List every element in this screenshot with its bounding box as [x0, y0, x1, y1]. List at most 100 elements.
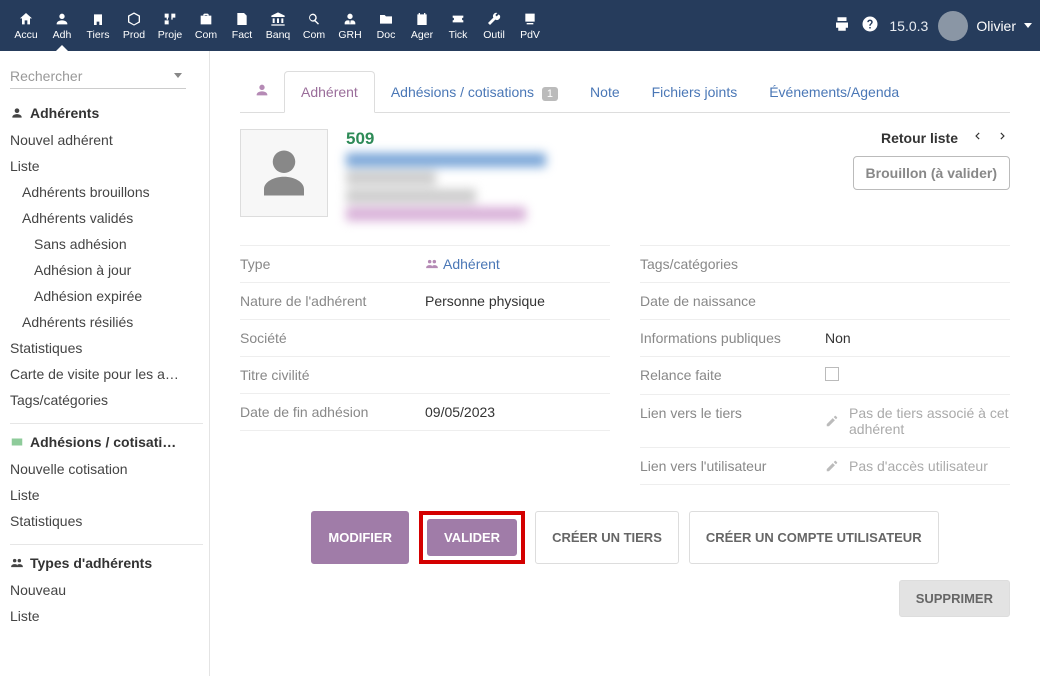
- sidebar-link[interactable]: Adhérents validés: [10, 205, 196, 231]
- back-to-list-link[interactable]: Retour liste: [881, 130, 958, 146]
- sidebar-link[interactable]: Liste: [10, 153, 196, 179]
- sidebar-link[interactable]: Liste: [10, 603, 196, 629]
- sidebar-title-cotisations: Adhésions / cotisati…: [10, 434, 207, 450]
- sidebar-title-adherents: Adhérents: [10, 105, 207, 121]
- help-icon[interactable]: [861, 15, 879, 36]
- topnav-banq[interactable]: Banq: [260, 1, 296, 51]
- topnav-accu[interactable]: Accu: [8, 1, 44, 51]
- topnav-com[interactable]: Com: [188, 1, 224, 51]
- topnav-prod[interactable]: Prod: [116, 1, 152, 51]
- topnav-doc[interactable]: Doc: [368, 1, 404, 51]
- status-badge: Brouillon (à valider): [853, 156, 1010, 190]
- details-left: TypeAdhérentNature de l'adhérentPersonne…: [240, 245, 610, 485]
- ticket-icon: [450, 11, 466, 27]
- top-nav: AccuAdhTiersProdProjeComFactBanqComGRHDo…: [8, 1, 548, 51]
- action-buttons: MODIFIER VALIDER CRÉER UN TIERS CRÉER UN…: [240, 511, 1010, 564]
- topnav-tick[interactable]: Tick: [440, 1, 476, 51]
- topnav-pdv[interactable]: PdV: [512, 1, 548, 51]
- details-right: Tags/catégoriesDate de naissanceInformat…: [640, 245, 1010, 485]
- tab-agenda[interactable]: Événements/Agenda: [753, 72, 915, 112]
- tabs: Adhérent Adhésions / cotisations 1 Note …: [240, 71, 1010, 113]
- sidebar-link[interactable]: Statistiques: [10, 508, 196, 534]
- invoice-icon: [234, 11, 250, 27]
- content: Adhérent Adhésions / cotisations 1 Note …: [210, 51, 1040, 676]
- creer-compte-button[interactable]: CRÉER UN COMPTE UTILISATEUR: [689, 511, 939, 564]
- detail-row: Titre civilité: [240, 356, 610, 393]
- sidebar-link[interactable]: Nouveau: [10, 577, 196, 603]
- detail-row: TypeAdhérent: [240, 245, 610, 282]
- top-right: 15.0.3 Olivier: [833, 11, 1032, 41]
- print-icon[interactable]: [833, 15, 851, 36]
- record-avatar: [240, 129, 328, 217]
- detail-row: Société: [240, 319, 610, 356]
- topnav-fact[interactable]: Fact: [224, 1, 260, 51]
- user-menu[interactable]: Olivier: [938, 11, 1032, 41]
- pos-icon: [522, 11, 538, 27]
- topnav-tiers[interactable]: Tiers: [80, 1, 116, 51]
- supprimer-button[interactable]: SUPPRIMER: [899, 580, 1010, 617]
- valider-button[interactable]: VALIDER: [427, 519, 517, 556]
- sidebar-link[interactable]: Adhérents brouillons: [10, 179, 196, 205]
- topnav-adh[interactable]: Adh: [44, 1, 80, 51]
- home-icon: [18, 11, 34, 27]
- topnav-grh[interactable]: GRH: [332, 1, 368, 51]
- sidebar-link[interactable]: Sans adhésion: [10, 231, 196, 257]
- user-icon: [10, 106, 24, 120]
- detail-row: Nature de l'adhérentPersonne physique: [240, 282, 610, 319]
- topnav-com[interactable]: Com: [296, 1, 332, 51]
- detail-row: Informations publiquesNon: [640, 319, 1010, 356]
- detail-row: Relance faite: [640, 356, 1010, 394]
- wrench-icon: [486, 11, 502, 27]
- sidebar-link[interactable]: Nouvelle cotisation: [10, 456, 196, 482]
- checkbox[interactable]: [825, 367, 839, 381]
- user-avatar: [938, 11, 968, 41]
- tab-note[interactable]: Note: [574, 72, 636, 112]
- usertie-icon: [342, 11, 358, 27]
- sidebar-link[interactable]: Liste: [10, 482, 196, 508]
- detail-row: Tags/catégories: [640, 245, 1010, 282]
- users-icon: [425, 257, 439, 271]
- detail-row: Lien vers l'utilisateurPas d'accès utili…: [640, 447, 1010, 485]
- project-icon: [162, 11, 178, 27]
- sidebar-link[interactable]: Adhérents résiliés: [10, 309, 196, 335]
- topnav-ager[interactable]: Ager: [404, 1, 440, 51]
- modifier-button[interactable]: MODIFIER: [311, 511, 409, 564]
- briefcase-icon: [198, 11, 214, 27]
- folder-icon: [378, 11, 394, 27]
- building-icon: [90, 11, 106, 27]
- detail-row: Date de naissance: [640, 282, 1010, 319]
- pencil-icon[interactable]: [825, 459, 839, 473]
- calendar-icon: [414, 11, 430, 27]
- next-record-button[interactable]: [996, 129, 1010, 146]
- bank-icon: [270, 11, 286, 27]
- tab-fichiers[interactable]: Fichiers joints: [636, 72, 754, 112]
- sidebar: Rechercher Adhérents Nouvel adhérentList…: [0, 51, 210, 676]
- record-id[interactable]: 509: [346, 129, 546, 149]
- sidebar-link[interactable]: Carte de visite pour les a…: [10, 361, 196, 387]
- creer-tiers-button[interactable]: CRÉER UN TIERS: [535, 511, 679, 564]
- tab-cotisations[interactable]: Adhésions / cotisations 1: [375, 72, 574, 112]
- prev-record-button[interactable]: [970, 129, 984, 146]
- sidebar-link[interactable]: Nouvel adhérent: [10, 127, 196, 153]
- sidebar-title-types: Types d'adhérents: [10, 555, 207, 571]
- pencil-icon[interactable]: [825, 414, 839, 428]
- topnav-proje[interactable]: Proje: [152, 1, 188, 51]
- search-input[interactable]: Rechercher: [10, 63, 186, 89]
- card-icon: [10, 435, 24, 449]
- version-label: 15.0.3: [889, 18, 928, 34]
- topnav-outil[interactable]: Outil: [476, 1, 512, 51]
- highlight-valider: VALIDER: [419, 511, 525, 564]
- chevron-down-icon: [1024, 23, 1032, 28]
- user-icon: [54, 11, 70, 27]
- user-icon: [240, 82, 284, 101]
- top-bar: AccuAdhTiersProdProjeComFactBanqComGRHDo…: [0, 0, 1040, 51]
- detail-row: Date de fin adhésion09/05/2023: [240, 393, 610, 431]
- sidebar-link[interactable]: Statistiques: [10, 335, 196, 361]
- sidebar-link[interactable]: Tags/catégories: [10, 387, 196, 413]
- sidebar-link[interactable]: Adhésion expirée: [10, 283, 196, 309]
- search-placeholder: Rechercher: [10, 68, 82, 84]
- detail-row: Lien vers le tiersPas de tiers associé à…: [640, 394, 1010, 447]
- tab-adherent[interactable]: Adhérent: [284, 71, 375, 113]
- users-icon: [10, 556, 24, 570]
- sidebar-link[interactable]: Adhésion à jour: [10, 257, 196, 283]
